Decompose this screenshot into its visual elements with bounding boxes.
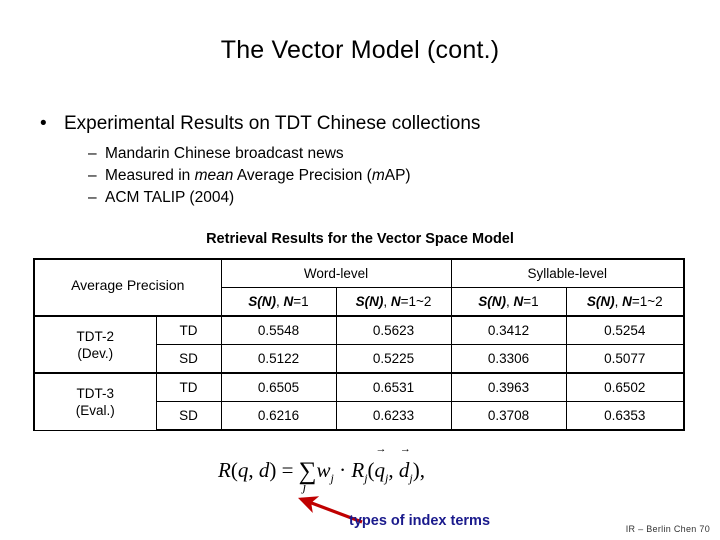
cell-value: 0.6233 (335, 401, 452, 431)
row-group-label-line1: TDT-3 (76, 385, 114, 401)
sub-header-eq: =1 (293, 294, 309, 309)
sub-header-sn: S(N) (586, 294, 615, 309)
corner-label: Average Precision (71, 277, 185, 293)
sub-header-word-n1: S(N), N=1 (220, 287, 337, 317)
sub-header-sep: , (276, 294, 284, 309)
bullet-level1-text: Experimental Results on TDT Chinese coll… (64, 113, 481, 134)
formula-comma: , (388, 458, 399, 482)
table-row: TDT-3 (Eval.) TD 0.6505 0.6531 0.3963 0.… (33, 372, 686, 431)
sub-header-nv: N (513, 294, 524, 309)
vector-arrow-icon: → (375, 443, 387, 455)
row-group-label-line2: (Dev.) (77, 345, 114, 361)
cell-value: 0.5225 (335, 344, 452, 374)
vector-d: → d (398, 444, 411, 483)
table-group-header-row: Average Precision Word-level Syllable-le… (33, 258, 686, 317)
table-caption: Retrieval Results for the Vector Space M… (206, 231, 514, 247)
cell-value: 0.5077 (565, 344, 686, 374)
sub-bullet-text-pre: Measured in (105, 167, 195, 184)
bullet-marker-icon: • (40, 113, 47, 134)
sub-header-nv: N (622, 294, 632, 309)
cell-value: 0.5254 (565, 315, 686, 345)
dash-marker-icon: – (88, 167, 97, 184)
row-group-label-tdt2: TDT-2 (Dev.) (33, 315, 157, 374)
formula-rj: R (351, 458, 365, 482)
formula-lhs-comma: , (248, 458, 259, 482)
sub-header-syl-n12: S(N), N=1~2 (565, 287, 686, 317)
sub-header-sep: , (383, 294, 391, 309)
row-condition: TD (155, 315, 222, 345)
formula-close-paren: ) (412, 458, 420, 482)
formula-lhs-q: q (237, 458, 249, 482)
sub-bullet-text: Mandarin Chinese broadcast news (105, 145, 344, 162)
cell-value: 0.6505 (220, 372, 337, 402)
dash-marker-icon: – (88, 145, 97, 162)
summation-index: j (302, 479, 307, 494)
slide-footer: IR – Berlin Chen 70 (625, 524, 710, 534)
sub-header-sn: S(N) (478, 294, 507, 309)
sub-header-eq: =1~2 (631, 294, 663, 309)
sub-header-sn: S(N) (355, 294, 384, 309)
sub-bullet-item: – Measured in mean Average Precision (mA… (34, 165, 694, 187)
formula-w: w (316, 458, 331, 482)
ranking-formula: R(q, d) = ∑ j wj · Rj(→ qj, → dj), (218, 444, 425, 495)
sub-bullet-item: – Mandarin Chinese broadcast news (34, 143, 694, 165)
cell-value: 0.5548 (220, 315, 337, 345)
results-table: Average Precision Word-level Syllable-le… (33, 258, 686, 431)
annotation-label: types of index terms (349, 513, 491, 529)
cell-value: 0.6216 (220, 401, 337, 431)
summation-icon: ∑ j (298, 458, 317, 494)
sub-header-sn: S(N) (248, 294, 277, 309)
sub-bullet-item: – ACM TALIP (2004) (34, 187, 694, 209)
formula-trailing-comma: , (419, 458, 425, 482)
row-group-label-tdt3: TDT-3 (Eval.) (33, 372, 157, 431)
cell-value: 0.6353 (565, 401, 686, 431)
row-group-label-line2: (Eval.) (75, 402, 115, 418)
sub-header-nv: N (283, 294, 294, 309)
sub-bullet-text-italic: mean (194, 167, 234, 184)
sub-bullet-text-post: Average Precision ( (233, 167, 372, 184)
cell-value: 0.5122 (220, 344, 337, 374)
sub-header-syl-n1: S(N), N=1 (450, 287, 567, 317)
row-condition: TD (155, 372, 222, 402)
cell-value: 0.3963 (450, 372, 567, 402)
formula-open-paren: ( (367, 458, 375, 482)
bullet-list: • Experimental Results on TDT Chinese co… (34, 111, 694, 209)
vector-q-symbol: q (374, 458, 386, 482)
formula-lhs-r: R (218, 458, 231, 482)
group-header-syllable-level: Syllable-level (450, 258, 686, 288)
sub-header-eq: =1~2 (400, 294, 432, 309)
bullet-level1: • Experimental Results on TDT Chinese co… (34, 111, 694, 136)
page-title: The Vector Model (cont.) (220, 36, 500, 64)
vector-arrow-icon: → (399, 443, 411, 455)
vector-d-symbol: d (398, 458, 410, 482)
formula-lhs-d: d (258, 458, 270, 482)
sub-header-sep: , (506, 294, 514, 309)
formula-lhs-open: ( (230, 458, 238, 482)
sub-bullet-list: – Mandarin Chinese broadcast news – Meas… (34, 143, 694, 209)
dash-marker-icon: – (88, 189, 97, 206)
sub-bullet-text-italic2: m (371, 167, 385, 184)
cell-value: 0.6502 (565, 372, 686, 402)
cell-value: 0.6531 (335, 372, 452, 402)
sub-bullet-text: ACM TALIP (2004) (105, 189, 235, 206)
row-group-label-line1: TDT-2 (76, 328, 114, 344)
cell-value: 0.3306 (450, 344, 567, 374)
sub-header-word-n12: S(N), N=1~2 (335, 287, 452, 317)
sub-header-sep: , (614, 294, 623, 309)
row-condition: SD (155, 344, 222, 374)
sub-bullet-text: Measured in mean Average Precision (mAP) (105, 165, 411, 187)
summation-glyph: ∑ (298, 458, 317, 485)
row-condition: SD (155, 401, 222, 431)
table-row: TDT-2 (Dev.) TD 0.5548 0.5623 0.3412 0.5… (33, 315, 686, 374)
sub-bullet-text-post2: AP) (384, 167, 411, 184)
cell-value: 0.3708 (450, 401, 567, 431)
sub-header-nv: N (390, 294, 401, 309)
sub-header-eq: =1 (523, 294, 539, 309)
group-header-word-level: Word-level (220, 258, 452, 288)
cell-value: 0.3412 (450, 315, 567, 345)
cell-value: 0.5623 (335, 315, 452, 345)
formula-dot-operator: · (333, 458, 352, 482)
vector-q: → q (374, 444, 387, 483)
formula-equals: = (276, 458, 299, 482)
